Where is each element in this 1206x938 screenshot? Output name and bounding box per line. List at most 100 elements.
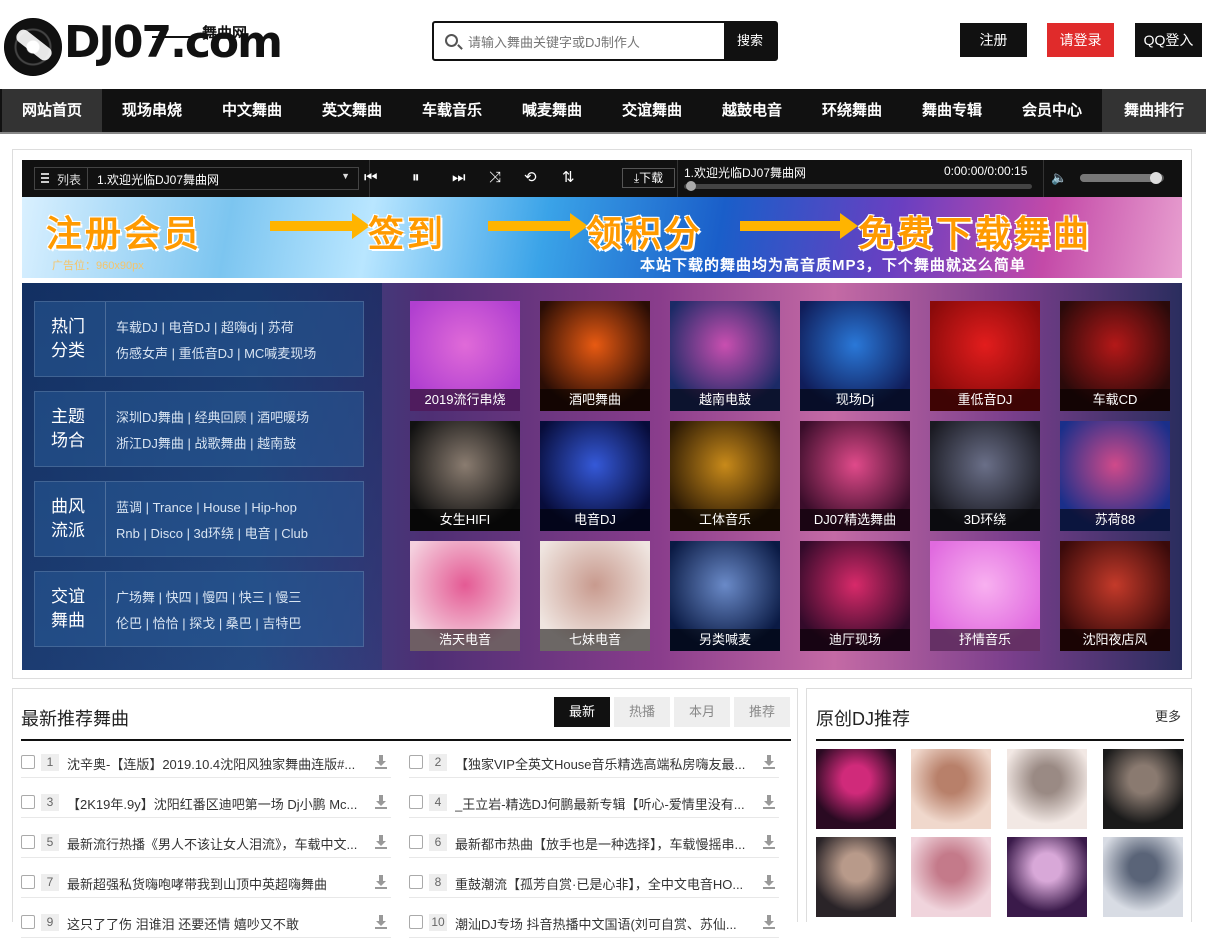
song-title-link[interactable]: _王立岩-精选DJ何鹏最新专辑【听心-爱情里没有... xyxy=(455,794,753,813)
genre-tile[interactable]: 3D环绕 xyxy=(930,421,1040,531)
genre-tile[interactable]: 抒情音乐 xyxy=(930,541,1040,651)
song-checkbox[interactable] xyxy=(21,915,35,929)
download-button[interactable]: ⤓下载 xyxy=(622,168,675,188)
pause-icon[interactable]: ⏸ xyxy=(412,168,420,188)
genre-tile[interactable]: 酒吧舞曲 xyxy=(540,301,650,411)
genre-tile[interactable]: 越南电鼓 xyxy=(670,301,780,411)
genre-tile[interactable]: 车载CD xyxy=(1060,301,1170,411)
song-checkbox[interactable] xyxy=(409,795,423,809)
repeat-icon[interactable]: ⟲ xyxy=(524,168,537,188)
genre-tile[interactable]: 苏荷88 xyxy=(1060,421,1170,531)
tab-month[interactable]: 本月 xyxy=(674,697,730,727)
previous-icon[interactable]: ⏮ xyxy=(364,168,378,188)
tab-hot[interactable]: 热播 xyxy=(614,697,670,727)
song-checkbox[interactable] xyxy=(21,835,35,849)
nav-ballroom[interactable]: 交谊舞曲 xyxy=(602,89,702,132)
nav-drum-edm[interactable]: 越鼓电音 xyxy=(702,89,802,132)
playlist-select[interactable]: 列表 1.欢迎光临DJ07舞曲网 ▼ xyxy=(34,167,359,190)
genre-tile[interactable]: 2019流行串烧 xyxy=(410,301,520,411)
genre-tile[interactable]: 另类喊麦 xyxy=(670,541,780,651)
song-checkbox[interactable] xyxy=(409,915,423,929)
genre-tile[interactable]: 电音DJ xyxy=(540,421,650,531)
nav-albums[interactable]: 舞曲专辑 xyxy=(902,89,1002,132)
nav-surround[interactable]: 环绕舞曲 xyxy=(802,89,902,132)
qq-login-button[interactable]: QQ登入 xyxy=(1135,23,1202,57)
dj-avatar[interactable] xyxy=(1007,837,1087,917)
dj-avatar[interactable] xyxy=(816,837,896,917)
category-links[interactable]: 伦巴 | 恰恰 | 探戈 | 桑巴 | 吉特巴 xyxy=(116,613,301,632)
nav-live-mix[interactable]: 现场串烧 xyxy=(102,89,202,132)
song-title-link[interactable]: 最新流行热播《男人不该让女人泪流》，车载中文... xyxy=(67,834,365,853)
song-title-link[interactable]: 这只了了伤 泪谁泪 还要还情 嬉吵又不敢 xyxy=(67,914,365,933)
genre-tile[interactable]: 女生HIFI xyxy=(410,421,520,531)
download-icon[interactable] xyxy=(375,875,387,889)
song-title-link[interactable]: 【独家VIP全英文House音乐精选高端私房嗨友最... xyxy=(455,754,753,773)
genre-tile[interactable]: 沈阳夜店风 xyxy=(1060,541,1170,651)
download-icon[interactable] xyxy=(763,915,775,929)
category-links[interactable]: 广场舞 | 快四 | 慢四 | 快三 | 慢三 xyxy=(116,587,301,606)
nav-mc[interactable]: 喊麦舞曲 xyxy=(502,89,602,132)
genre-tile[interactable]: 重低音DJ xyxy=(930,301,1040,411)
progress-bar[interactable] xyxy=(684,181,1032,191)
genre-tile[interactable]: DJ07精选舞曲 xyxy=(800,421,910,531)
song-checkbox[interactable] xyxy=(409,875,423,889)
dj-avatar[interactable] xyxy=(1007,749,1087,829)
song-title-link[interactable]: 潮汕DJ专场 抖音热播中文国语(刘可自赏、苏仙... xyxy=(455,914,753,933)
tab-latest[interactable]: 最新 xyxy=(554,697,610,727)
nav-english[interactable]: 英文舞曲 xyxy=(302,89,402,132)
song-title-link[interactable]: 沈辛奥-【连版】2019.10.4沈阳风独家舞曲连版#... xyxy=(67,754,365,773)
download-icon[interactable] xyxy=(763,835,775,849)
category-links[interactable]: 蓝调 | Trance | House | Hip-hop xyxy=(116,497,297,516)
song-title-link[interactable]: 【2K19年.9y】沈阳红番区迪吧第一场 Dj小鹏 Mc... xyxy=(67,794,365,813)
genre-tile[interactable]: 七妹电音 xyxy=(540,541,650,651)
nav-chinese[interactable]: 中文舞曲 xyxy=(202,89,302,132)
nav-car-music[interactable]: 车载音乐 xyxy=(402,89,502,132)
register-button[interactable]: 注册 xyxy=(960,23,1027,57)
download-icon[interactable] xyxy=(763,755,775,769)
volume-slider[interactable] xyxy=(1080,172,1164,184)
dj-avatar[interactable] xyxy=(911,837,991,917)
song-title-link[interactable]: 最新超强私货嗨咆哮带我到山顶中英超嗨舞曲 xyxy=(67,874,365,893)
login-button[interactable]: 请登录 xyxy=(1047,23,1114,57)
song-checkbox[interactable] xyxy=(409,835,423,849)
song-title-link[interactable]: 重鼓潮流【孤芳自赏·已是心非】，全中文电音HO... xyxy=(455,874,753,893)
song-checkbox[interactable] xyxy=(21,755,35,769)
category-links[interactable]: 浙江DJ舞曲 | 战歌舞曲 | 越南鼓 xyxy=(116,433,296,452)
nav-member[interactable]: 会员中心 xyxy=(1002,89,1102,132)
promo-banner[interactable]: 注册会员 签到 领积分 免费下载舞曲 广告位：960x90px 本站下载的舞曲均… xyxy=(22,197,1182,278)
tab-recommend[interactable]: 推荐 xyxy=(734,697,790,727)
download-icon[interactable] xyxy=(375,915,387,929)
song-title-link[interactable]: 最新都市热曲【放手也是一种选择】，车载慢摇串... xyxy=(455,834,753,853)
category-links[interactable]: 伤感女声 | 重低音DJ | MC喊麦现场 xyxy=(116,343,316,362)
download-icon[interactable] xyxy=(375,755,387,769)
dj-avatar[interactable] xyxy=(1103,749,1183,829)
shuffle-icon[interactable]: ⤨ xyxy=(489,168,501,188)
dj-avatar[interactable] xyxy=(1103,837,1183,917)
search-input[interactable] xyxy=(468,29,720,55)
download-icon[interactable] xyxy=(375,835,387,849)
nav-ranking[interactable]: 舞曲排行 xyxy=(1102,89,1206,132)
category-links[interactable]: Rnb | Disco | 3d环绕 | 电音 | Club xyxy=(116,523,308,542)
search-button[interactable]: 搜索 xyxy=(724,23,776,59)
genre-tile[interactable]: 现场Dj xyxy=(800,301,910,411)
download-icon[interactable] xyxy=(763,875,775,889)
next-icon[interactable]: ⏭ xyxy=(452,168,466,188)
song-checkbox[interactable] xyxy=(21,875,35,889)
switch-mode-icon[interactable]: ⇅ xyxy=(562,168,575,188)
volume-icon[interactable]: 🔈 xyxy=(1051,168,1067,188)
song-checkbox[interactable] xyxy=(21,795,35,809)
genre-tile[interactable]: 迪厅现场 xyxy=(800,541,910,651)
dj-avatar[interactable] xyxy=(911,749,991,829)
genre-tile[interactable]: 浩天电音 xyxy=(410,541,520,651)
nav-home[interactable]: 网站首页 xyxy=(2,89,102,132)
site-logo[interactable]: DJ07.com 舞曲网 xyxy=(4,12,283,76)
more-link[interactable]: 更多 xyxy=(1155,706,1181,725)
dj-avatar[interactable] xyxy=(816,749,896,829)
category-links[interactable]: 深圳DJ舞曲 | 经典回顾 | 酒吧暖场 xyxy=(116,407,309,426)
download-icon[interactable] xyxy=(375,795,387,809)
song-checkbox[interactable] xyxy=(409,755,423,769)
download-icon[interactable] xyxy=(763,795,775,809)
progress-handle[interactable] xyxy=(686,181,696,191)
genre-tile[interactable]: 工体音乐 xyxy=(670,421,780,531)
category-links[interactable]: 车载DJ | 电音DJ | 超嗨dj | 苏荷 xyxy=(116,317,294,336)
